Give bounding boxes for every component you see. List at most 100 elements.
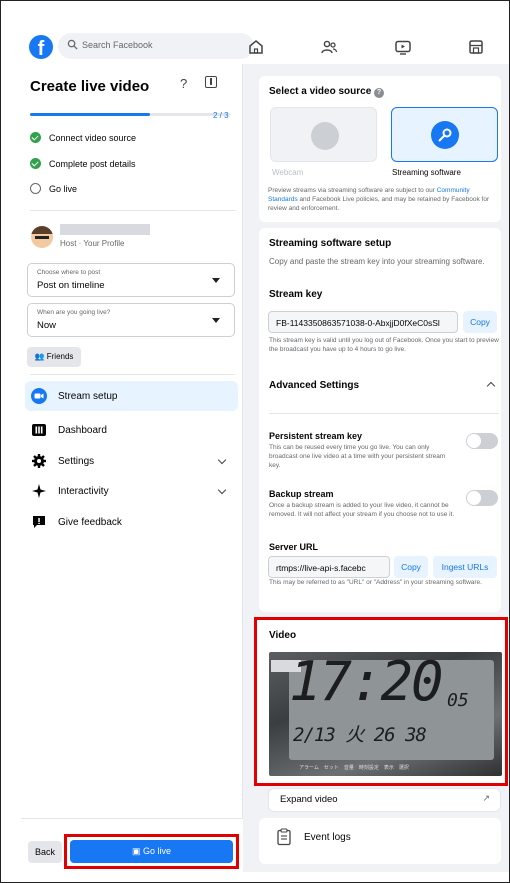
menu-settings[interactable]: Settings (25, 446, 238, 476)
dashboard-icon (32, 424, 46, 436)
redacted-name (60, 224, 150, 235)
empty-circle-icon (30, 183, 41, 194)
persistent-key-toggle[interactable] (466, 433, 498, 449)
expand-video-button[interactable]: Expand video ↗ (268, 788, 501, 812)
audience-label: Friends (46, 352, 74, 361)
divider (30, 210, 235, 211)
top-nav: f Search Facebook (20, 28, 500, 64)
menu-dashboard[interactable]: Dashboard (25, 415, 238, 445)
advanced-settings-title: Advanced Settings (269, 380, 360, 391)
copy-stream-key-button[interactable]: Copy (463, 311, 497, 333)
streaming-setup-card: Streaming software setup Copy and paste … (259, 228, 501, 612)
facebook-logo-icon[interactable]: f (29, 35, 53, 59)
server-url-label: Server URL (269, 542, 319, 552)
host-label: Host · Your Profile (60, 239, 125, 248)
help-icon[interactable]: ? (374, 88, 385, 98)
card-title: Select a video source ? (269, 86, 385, 98)
persistent-key-title: Persistent stream key (269, 431, 363, 441)
back-button[interactable]: Back (28, 841, 62, 863)
avatar (31, 226, 53, 248)
search-placeholder: Search Facebook (82, 40, 153, 50)
go-live-time-dropdown[interactable]: When are you going live? Now (27, 303, 235, 337)
dropdown-label: Choose where to post (37, 269, 101, 276)
audience-button[interactable]: 👥 Friends (27, 347, 81, 367)
check-icon (30, 132, 41, 143)
dropdown-label: When are you going live? (37, 309, 111, 316)
page-title: Create live video (30, 78, 150, 95)
dropdown-value: Now (37, 320, 57, 331)
help-icon[interactable]: ? (180, 76, 187, 91)
webcam-option[interactable] (270, 107, 377, 162)
feedback-icon (33, 516, 45, 528)
post-location-dropdown[interactable]: Choose where to post Post on timeline (27, 263, 235, 297)
setup-description: Copy and paste the stream key into your … (269, 257, 485, 266)
webcam-label: Webcam (272, 168, 304, 177)
chevron-down-icon (217, 485, 227, 495)
event-logs-card[interactable]: Event logs (259, 818, 501, 864)
check-icon (30, 158, 41, 169)
dropdown-value: Post on timeline (37, 280, 105, 291)
webcam-icon (311, 122, 339, 150)
menu-label: Dashboard (58, 425, 107, 436)
progress-text: 2 / 3 (213, 111, 229, 120)
friends-icon[interactable] (320, 38, 338, 56)
search-icon (67, 39, 78, 50)
chevron-up-icon[interactable] (486, 381, 496, 391)
note-text: Preview streams via streaming software a… (268, 187, 437, 194)
menu-stream-setup[interactable]: Stream setup (25, 381, 238, 411)
server-url-note: This may be referred to as "URL" or "Add… (269, 579, 482, 586)
streaming-software-label: Streaming software (392, 168, 461, 177)
progress-bar (30, 113, 230, 116)
clock-date-line: 2/13 火 26 38 (293, 724, 427, 746)
backup-stream-toggle[interactable] (466, 490, 498, 506)
stream-key-label: Stream key (269, 289, 323, 300)
watch-icon[interactable] (394, 38, 412, 56)
menu-interactivity[interactable]: Interactivity (25, 476, 238, 506)
step-label: Go live (49, 184, 78, 194)
clock-button-labels: アラーム セット 音量 時刻設定 表示 選択 (299, 765, 409, 771)
left-panel: Create live video ? 2 / 3 Connect video … (21, 64, 243, 872)
collapse-panel-icon[interactable] (205, 76, 217, 88)
caret-down-icon (212, 318, 220, 323)
streaming-key-icon (431, 121, 459, 149)
gear-icon (32, 454, 46, 468)
video-title: Video (269, 630, 297, 641)
go-live-button[interactable]: ▣ Go live (70, 840, 233, 863)
sparkle-icon (32, 484, 46, 498)
go-live-label: Go live (143, 846, 172, 856)
progress-fill (30, 113, 150, 116)
setup-title: Streaming software setup (269, 238, 392, 249)
backup-stream-description: Once a backup stream is added to your li… (269, 502, 455, 518)
stream-key-note: This stream key is valid until you log o… (269, 337, 499, 353)
video-source-title: Select a video source (269, 86, 372, 97)
search-input[interactable]: Search Facebook (58, 33, 254, 59)
expand-icon: ↗ (482, 793, 490, 803)
event-logs-label: Event logs (304, 832, 351, 843)
live-camera-icon: ▣ (131, 846, 143, 856)
menu-label: Give feedback (58, 517, 122, 528)
ingest-urls-button[interactable]: Ingest URLs (433, 556, 497, 578)
chevron-down-icon (217, 455, 227, 465)
video-source-card: Select a video source ? Webcam Streaming… (259, 76, 501, 222)
note-text: and Facebook Live policies, and may be r… (268, 196, 490, 212)
friends-icon: 👥 (34, 352, 47, 361)
home-icon[interactable] (247, 38, 265, 56)
menu-label: Settings (58, 456, 95, 467)
divider (30, 374, 235, 375)
footer-bar: Back ▣ Go live (21, 818, 243, 872)
backup-stream-title: Backup stream (269, 489, 334, 499)
menu-give-feedback[interactable]: Give feedback (25, 507, 238, 537)
source-note: Preview streams via streaming software a… (268, 186, 498, 213)
marketplace-icon[interactable] (467, 38, 485, 56)
clock-time: 17:20 (289, 652, 444, 713)
stream-key-field[interactable]: FB-1143350863571038-0-AbxjjD0fXeC0sSl (268, 311, 458, 333)
server-url-field[interactable]: rtmps://live-api-s.facebc (268, 556, 390, 578)
copy-server-url-button[interactable]: Copy (394, 556, 428, 578)
clock-seconds: 05 (447, 690, 469, 711)
streaming-software-option[interactable] (391, 107, 498, 162)
divider (269, 413, 499, 414)
video-preview[interactable]: 17:20 05 2/13 火 26 38 アラーム セット 音量 時刻設定 表… (269, 652, 502, 776)
menu-label: Interactivity (58, 486, 109, 497)
go-live-highlight: ▣ Go live (64, 834, 239, 869)
video-preview-card: Video 17:20 05 2/13 火 26 38 アラーム セット 音量 … (254, 617, 508, 786)
